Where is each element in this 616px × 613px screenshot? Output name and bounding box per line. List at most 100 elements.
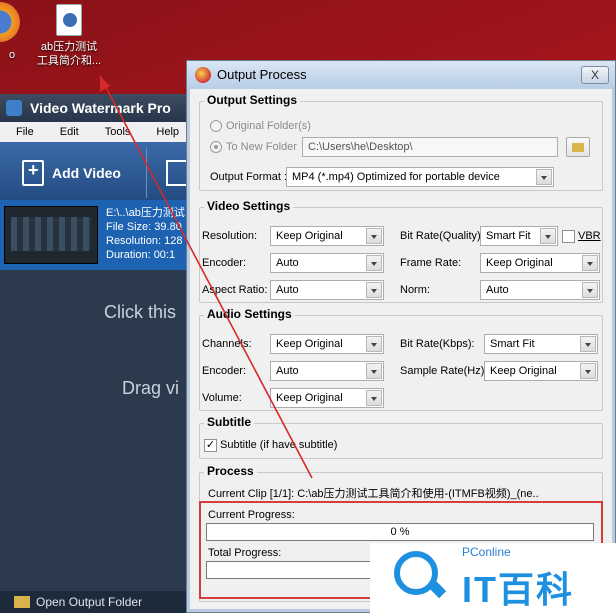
edit-video-icon[interactable] <box>166 160 188 186</box>
subtitle-checkbox[interactable]: ✓ <box>204 439 217 452</box>
output-format-value: MP4 (*.mp4) Optimized for portable devic… <box>292 171 500 183</box>
chevron-down-icon <box>582 255 598 271</box>
output-format-select[interactable]: MP4 (*.mp4) Optimized for portable devic… <box>286 167 554 187</box>
toolbar: Add Video <box>0 142 200 204</box>
app-title: Video Watermark Pro <box>30 100 171 116</box>
add-video-label: Add Video <box>52 165 121 181</box>
chevron-down-icon <box>580 363 596 379</box>
video-bitrate-label: Bit Rate(Quality): <box>400 230 484 242</box>
pconline-watermark: PConline IT百科 <box>370 543 616 613</box>
add-file-icon <box>22 160 44 186</box>
chevron-down-icon <box>366 282 382 298</box>
clip-file-size: File Size: 39.80 <box>106 221 182 233</box>
original-folder-label: Original Folder(s) <box>226 120 311 132</box>
click-hint: Click this <box>104 302 177 322</box>
aspect-ratio-value: Auto <box>276 284 299 296</box>
menu-edit[interactable]: Edit <box>60 122 79 142</box>
aspect-ratio-select[interactable]: Auto <box>270 280 384 300</box>
output-settings-group: Output Settings Original Folder(s) To Ne… <box>199 93 603 191</box>
output-settings-title: Output Settings <box>204 93 300 107</box>
menu-help[interactable]: Help <box>156 122 179 142</box>
audio-settings-group: Audio Settings Channels: Keep Original B… <box>199 307 603 411</box>
video-watermark-window: Video Watermark Pro File Edit Tools Help… <box>0 94 200 613</box>
resolution-select[interactable]: Keep Original <box>270 226 384 246</box>
folder-icon <box>14 596 30 608</box>
chevron-down-icon <box>366 228 382 244</box>
framerate-label: Frame Rate: <box>400 257 462 269</box>
drag-hint: Drag vi <box>122 378 180 398</box>
file-icon-label-line2: 工具简介和... <box>36 55 102 67</box>
dialog-title-bar: Output Process X <box>187 61 615 89</box>
chevron-down-icon <box>536 169 552 185</box>
original-folder-radio[interactable] <box>210 120 222 132</box>
media-file-icon <box>56 4 82 36</box>
sample-rate-select[interactable]: Keep Original <box>484 361 598 381</box>
pconline-logo-icon <box>394 551 438 595</box>
clip-item[interactable]: E:\..\ab压力测试 File Size: 39.80 Resolution… <box>0 200 200 270</box>
norm-select[interactable]: Auto <box>480 280 600 300</box>
framerate-select[interactable]: Keep Original <box>480 253 600 273</box>
clip-resolution: Resolution: 128 <box>106 235 183 247</box>
current-clip-text: Current Clip [1/1]: C:\ab压力测试工具简介和使用-(IT… <box>208 488 539 500</box>
video-encoder-select[interactable]: Auto <box>270 253 384 273</box>
output-process-dialog: Output Process X Output Settings Origina… <box>186 60 616 613</box>
channels-select[interactable]: Keep Original <box>270 334 384 354</box>
open-output-folder-button[interactable]: Open Output Folder <box>0 591 200 613</box>
annotation-arrowhead <box>100 76 110 92</box>
channels-label: Channels: <box>202 338 252 350</box>
vbr-checkbox[interactable] <box>562 230 575 243</box>
video-bitrate-select[interactable]: Smart Fit <box>480 226 558 246</box>
file-desktop-icon[interactable]: ab压力测试 工具简介和... <box>28 4 110 68</box>
process-title: Process <box>204 464 257 478</box>
chevron-down-icon <box>540 228 556 244</box>
resolution-value: Keep Original <box>276 230 343 242</box>
aspect-ratio-label: Aspect Ratio: <box>202 284 268 296</box>
browser-icon-label: o <box>8 49 16 61</box>
video-settings-title: Video Settings <box>204 199 294 213</box>
folder-path-field[interactable]: C:\Users\he\Desktop\ <box>302 137 558 157</box>
browser-desktop-icon[interactable]: o <box>0 2 24 62</box>
subtitle-group: Subtitle ✓ Subtitle (if have subtitle) <box>199 415 603 459</box>
file-icon-label-line1: ab压力测试 <box>40 41 98 53</box>
clip-path: E:\..\ab压力测试 <box>106 207 185 219</box>
clip-info: E:\..\ab压力测试 File Size: 39.80 Resolution… <box>106 206 185 262</box>
sample-rate-label: Sample Rate(Hz): <box>400 365 488 377</box>
add-video-button[interactable]: Add Video <box>22 160 121 186</box>
output-format-label: Output Format : <box>210 171 288 183</box>
audio-settings-title: Audio Settings <box>204 307 295 321</box>
toolbar-divider <box>146 148 147 198</box>
chevron-down-icon <box>366 336 382 352</box>
current-progress-bar: 0 % <box>206 523 594 541</box>
volume-value: Keep Original <box>276 392 343 404</box>
video-encoder-value: Auto <box>276 257 299 269</box>
chevron-down-icon <box>366 390 382 406</box>
app-title-bar: Video Watermark Pro <box>0 94 200 122</box>
subtitle-checkbox-label: Subtitle (if have subtitle) <box>220 439 338 451</box>
new-folder-label: To New Folder <box>226 141 297 153</box>
menu-bar: File Edit Tools Help <box>0 122 200 142</box>
browser-icon <box>0 2 20 42</box>
video-encoder-label: Encoder: <box>202 257 247 269</box>
close-button[interactable]: X <box>581 66 609 84</box>
norm-value: Auto <box>486 284 509 296</box>
norm-label: Norm: <box>400 284 430 296</box>
chevron-down-icon <box>580 336 596 352</box>
chevron-down-icon <box>366 255 382 271</box>
channels-value: Keep Original <box>276 338 343 350</box>
chevron-down-icon <box>582 282 598 298</box>
audio-bitrate-select[interactable]: Smart Fit <box>484 334 598 354</box>
app-logo-icon <box>6 100 22 116</box>
volume-select[interactable]: Keep Original <box>270 388 384 408</box>
video-bitrate-value: Smart Fit <box>486 230 531 242</box>
browse-folder-button[interactable] <box>566 137 590 157</box>
resolution-label: Resolution: <box>202 230 258 242</box>
chevron-down-icon <box>366 363 382 379</box>
clip-duration: Duration: 00:1 <box>106 249 176 261</box>
menu-tools[interactable]: Tools <box>105 122 131 142</box>
audio-encoder-select[interactable]: Auto <box>270 361 384 381</box>
dialog-logo-icon <box>195 67 211 83</box>
new-folder-radio[interactable] <box>210 141 222 153</box>
audio-encoder-label: Encoder: <box>202 365 247 377</box>
menu-file[interactable]: File <box>16 122 34 142</box>
framerate-value: Keep Original <box>486 257 553 269</box>
